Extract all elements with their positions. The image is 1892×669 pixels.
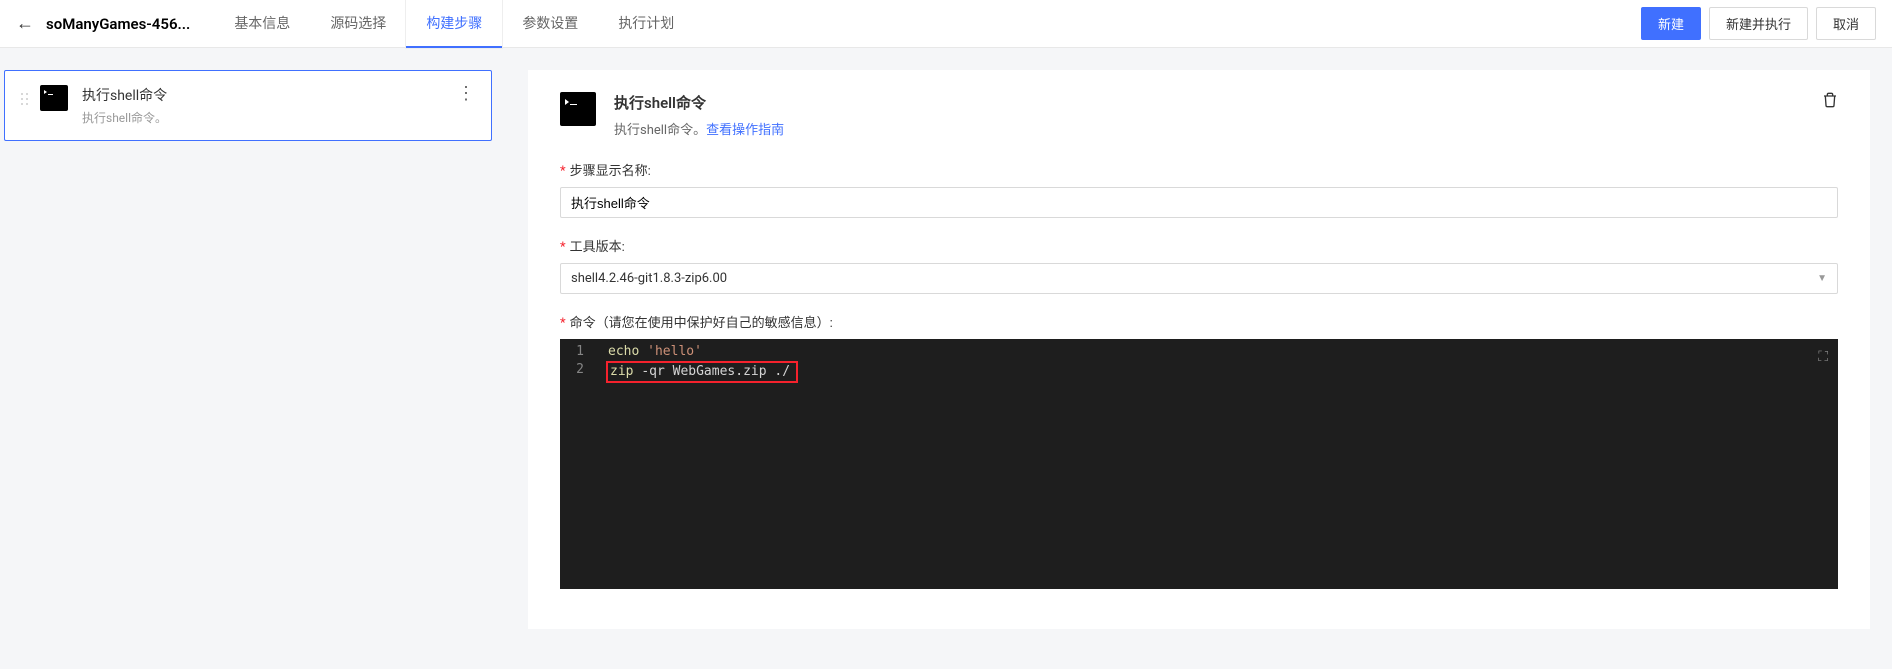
guide-link[interactable]: 查看操作指南 xyxy=(706,123,784,138)
tabs: 基本信息源码选择构建步骤参数设置执行计划 xyxy=(214,0,1641,48)
detail-card: 执行shell命令 执行shell命令。查看操作指南 *步骤显示名称: *工具版… xyxy=(528,70,1870,629)
detail-panel: 执行shell命令 执行shell命令。查看操作指南 *步骤显示名称: *工具版… xyxy=(492,70,1892,669)
create-button[interactable]: 新建 xyxy=(1641,7,1701,40)
create-and-run-button[interactable]: 新建并执行 xyxy=(1709,7,1808,40)
terminal-icon xyxy=(560,92,596,126)
command-label: *命令（请您在使用中保护好自己的敏感信息）: xyxy=(560,312,1838,331)
cancel-button[interactable]: 取消 xyxy=(1816,7,1876,40)
tab-2[interactable]: 构建步骤 xyxy=(406,0,502,48)
line-number: 2 xyxy=(560,361,600,383)
fullscreen-icon[interactable]: ⛶ xyxy=(1818,349,1828,365)
drag-handle-icon[interactable] xyxy=(21,85,28,105)
detail-desc: 执行shell命令。查看操作指南 xyxy=(614,119,784,138)
tab-4[interactable]: 执行计划 xyxy=(598,0,694,48)
tool-version-group: *工具版本: shell4.2.46-git1.8.3-zip6.00 ▼ xyxy=(560,236,1838,294)
page-title: soManyGames-456... xyxy=(46,15,190,33)
tool-version-label: *工具版本: xyxy=(560,236,1838,255)
terminal-icon xyxy=(40,85,68,111)
tool-version-value: shell4.2.46-git1.8.3-zip6.00 xyxy=(571,271,727,286)
detail-desc-text: 执行shell命令。 xyxy=(614,123,706,138)
steps-panel: 执行shell命令 执行shell命令。 ⋮ xyxy=(0,70,492,669)
tool-version-select[interactable]: shell4.2.46-git1.8.3-zip6.00 ▼ xyxy=(560,263,1838,294)
code-line: 2 zip -qr WebGames.zip ./ xyxy=(560,361,1838,383)
more-icon[interactable]: ⋮ xyxy=(457,85,475,103)
detail-header-text: 执行shell命令 执行shell命令。查看操作指南 xyxy=(614,92,784,138)
code-editor[interactable]: ⛶ 1echo 'hello'2 zip -qr WebGames.zip ./ xyxy=(560,339,1838,589)
command-group: *命令（请您在使用中保护好自己的敏感信息）: ⛶ 1echo 'hello'2z… xyxy=(560,312,1838,589)
back-arrow-icon[interactable]: ← xyxy=(16,13,34,34)
step-name-label: *步骤显示名称: xyxy=(560,160,1838,179)
tab-1[interactable]: 源码选择 xyxy=(310,0,406,48)
line-content: echo 'hello' xyxy=(600,343,1838,361)
step-info: 执行shell命令 执行shell命令。 xyxy=(82,85,457,126)
tab-0[interactable]: 基本信息 xyxy=(214,0,310,48)
step-card-desc: 执行shell命令。 xyxy=(82,109,457,126)
chevron-down-icon: ▼ xyxy=(1817,273,1827,284)
header-actions: 新建 新建并执行 取消 xyxy=(1641,7,1876,40)
step-name-group: *步骤显示名称: xyxy=(560,160,1838,218)
page-header: ← soManyGames-456... 基本信息源码选择构建步骤参数设置执行计… xyxy=(0,0,1892,48)
content-area: 执行shell命令 执行shell命令。 ⋮ 执行shell命令 执行shell… xyxy=(0,48,1892,669)
delete-icon[interactable] xyxy=(1822,92,1838,112)
line-number: 1 xyxy=(560,343,600,361)
step-card[interactable]: 执行shell命令 执行shell命令。 ⋮ xyxy=(4,70,492,141)
detail-title: 执行shell命令 xyxy=(614,92,784,113)
detail-header: 执行shell命令 执行shell命令。查看操作指南 xyxy=(560,92,1838,138)
line-content: zip -qr WebGames.zip ./ xyxy=(606,361,798,383)
tab-3[interactable]: 参数设置 xyxy=(502,0,598,48)
step-card-title: 执行shell命令 xyxy=(82,85,457,105)
code-line: 1echo 'hello' xyxy=(560,343,1838,361)
code-lines: 1echo 'hello'2 zip -qr WebGames.zip ./ xyxy=(560,339,1838,387)
step-name-input[interactable] xyxy=(560,187,1838,218)
